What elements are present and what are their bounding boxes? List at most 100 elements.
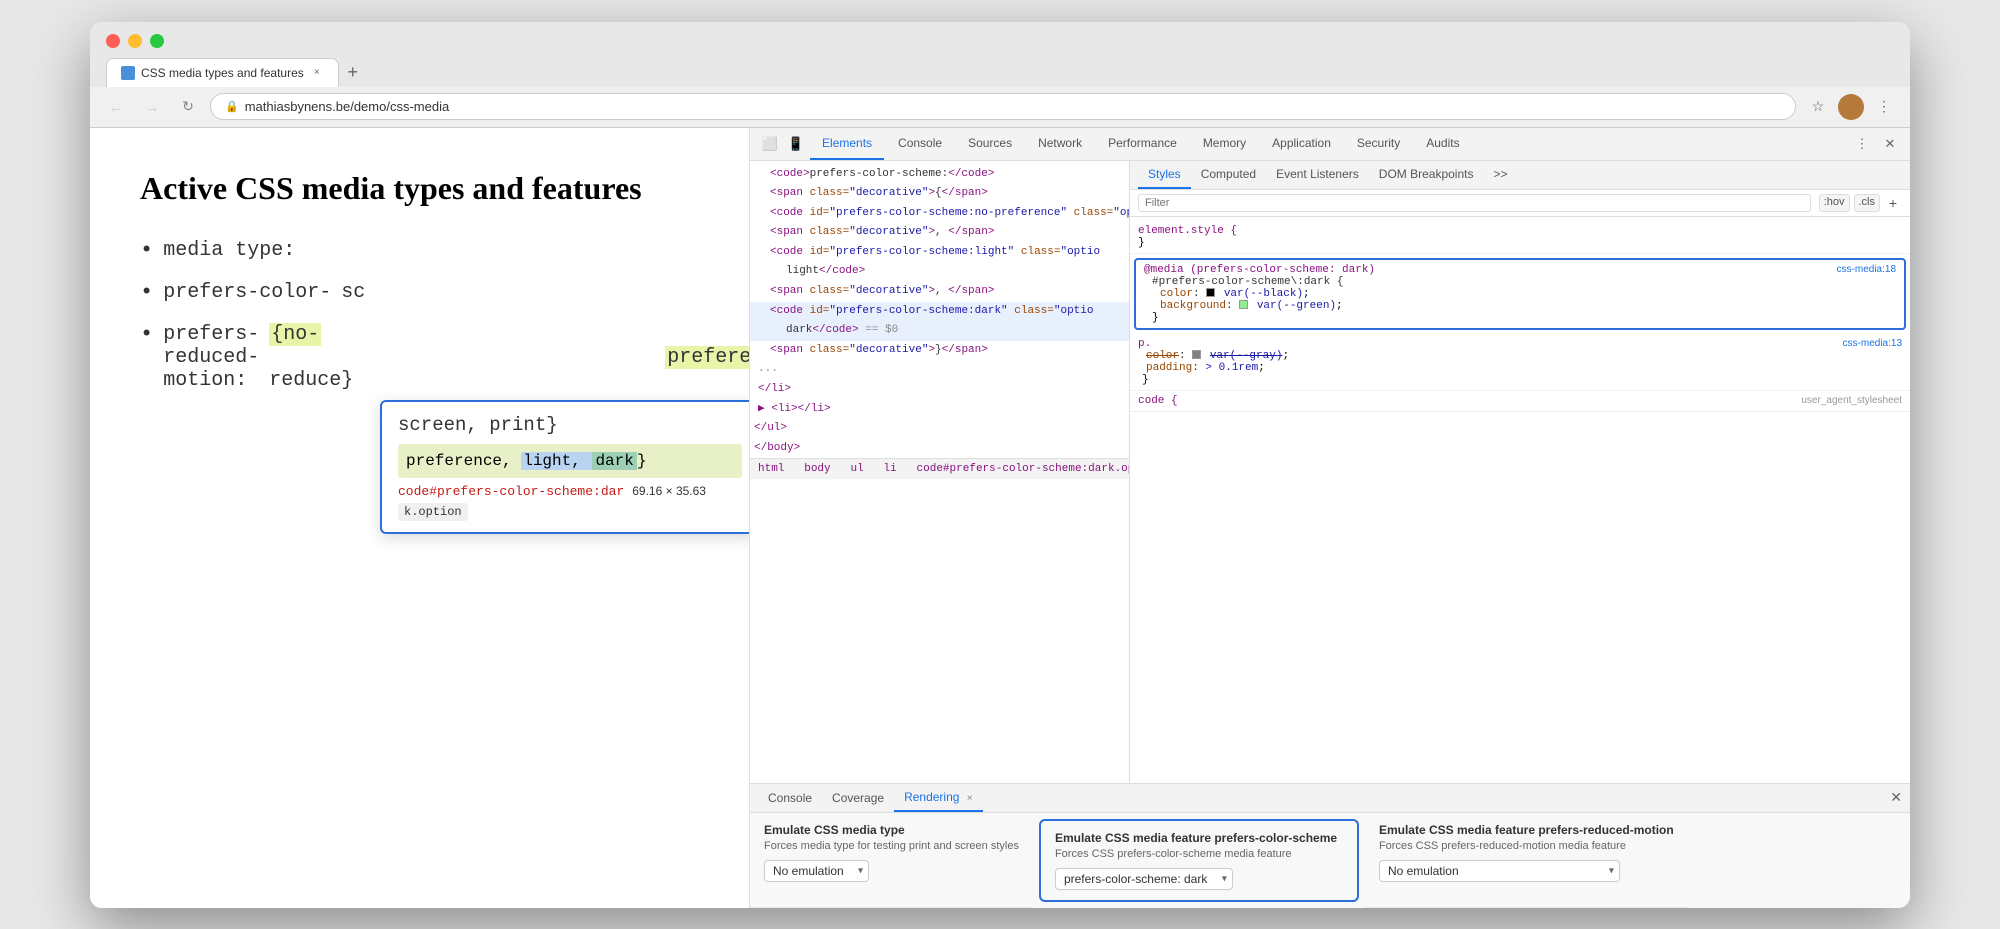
styles-tab-event-listeners[interactable]: Event Listeners bbox=[1266, 161, 1369, 189]
maximize-button[interactable] bbox=[150, 34, 164, 48]
tooltip-info: code#prefers-color-scheme:dar 69.16 × 35… bbox=[398, 484, 742, 499]
bottom-tab-coverage[interactable]: Coverage bbox=[822, 785, 894, 811]
dom-line-11: ... bbox=[750, 360, 1129, 380]
devtools-header: ⬜ 📱 Elements Console Sources Network Per… bbox=[750, 128, 1910, 161]
inspect-icon[interactable]: ⬜ bbox=[758, 132, 782, 156]
p-rule: p. css-media:13 color: var(--gray); padd… bbox=[1130, 334, 1910, 391]
dom-line-3: <code id="prefers-color-scheme:no-prefer… bbox=[750, 204, 1129, 224]
code-selector: code { bbox=[1138, 395, 1178, 407]
close-button[interactable] bbox=[106, 34, 120, 48]
no-preference-highlight: {no- bbox=[269, 323, 321, 346]
dom-line-5: <code id="prefers-color-scheme:light" cl… bbox=[750, 243, 1129, 263]
dom-line-10: <span class="decorative">}</span> bbox=[750, 341, 1129, 361]
bottom-tab-rendering[interactable]: Rendering × bbox=[894, 784, 983, 812]
list-item-scheme: sc bbox=[341, 281, 365, 304]
color-swatch-green bbox=[1239, 300, 1248, 309]
rule-source-2[interactable]: css-media:13 bbox=[1843, 338, 1902, 349]
webpage-panel: Active CSS media types and features medi… bbox=[90, 128, 750, 908]
devtools-tab-memory[interactable]: Memory bbox=[1191, 128, 1258, 160]
element-style-rule: element.style { } bbox=[1130, 221, 1910, 254]
devtools-tab-sources[interactable]: Sources bbox=[956, 128, 1024, 160]
dom-line-8[interactable]: <code id="prefers-color-scheme:dark" cla… bbox=[750, 302, 1129, 322]
bottom-tabs: Console Coverage Rendering × ✕ bbox=[750, 784, 1910, 813]
add-style-button[interactable]: + bbox=[1884, 194, 1902, 212]
device-icon[interactable]: 📱 bbox=[784, 132, 808, 156]
devtools-tab-performance[interactable]: Performance bbox=[1096, 128, 1189, 160]
rendering-section-reduced-motion: Emulate CSS media feature prefers-reduce… bbox=[1365, 813, 1688, 908]
new-tab-button[interactable]: + bbox=[339, 59, 367, 87]
dom-line-15: </body> bbox=[750, 439, 1129, 459]
code-rule: code { user_agent_stylesheet bbox=[1130, 391, 1910, 412]
bottom-tab-console[interactable]: Console bbox=[758, 785, 822, 811]
tab-label: CSS media types and features bbox=[141, 66, 304, 80]
dark-selector: #prefers-color-scheme\:dark { bbox=[1152, 276, 1343, 288]
list-item-media-type: media type: bbox=[140, 239, 699, 263]
media-type-select[interactable]: No emulation print screen bbox=[764, 860, 869, 882]
rendering-section-color-scheme: Emulate CSS media feature prefers-color-… bbox=[1039, 819, 1359, 902]
traffic-lights bbox=[106, 34, 1894, 48]
reduced-motion-select-wrapper: No emulation prefers-reduced-motion: red… bbox=[1379, 860, 1620, 882]
browser-tabs: CSS media types and features × + bbox=[106, 58, 1894, 87]
styles-tab-styles[interactable]: Styles bbox=[1138, 161, 1191, 189]
forward-button[interactable]: → bbox=[138, 93, 166, 121]
devtools-tab-audits[interactable]: Audits bbox=[1414, 128, 1471, 160]
styles-tab-more[interactable]: >> bbox=[1483, 161, 1517, 189]
color-scheme-select[interactable]: prefers-color-scheme: dark No emulation … bbox=[1055, 868, 1233, 890]
rule-source-ua[interactable]: user_agent_stylesheet bbox=[1801, 395, 1902, 406]
dark-highlight: dark bbox=[592, 452, 636, 470]
bookmark-icon[interactable]: ☆ bbox=[1804, 93, 1832, 121]
more-tools-icon[interactable]: ⋮ bbox=[1850, 132, 1874, 156]
cls-button[interactable]: .cls bbox=[1854, 194, 1881, 212]
close-devtools-icon[interactable]: ✕ bbox=[1878, 132, 1902, 156]
bottom-panel-close[interactable]: ✕ bbox=[1890, 789, 1902, 806]
tab-close-button[interactable]: × bbox=[310, 66, 324, 80]
preference-code-1: preference, bbox=[406, 452, 521, 470]
address-bar[interactable]: 🔒 mathiasbynens.be/demo/css-media bbox=[210, 93, 1796, 120]
filter-buttons: :hov .cls + bbox=[1819, 194, 1902, 212]
back-button[interactable]: ← bbox=[102, 93, 130, 121]
color-scheme-desc: Forces CSS prefers-color-scheme media fe… bbox=[1055, 848, 1343, 860]
hov-button[interactable]: :hov bbox=[1819, 194, 1850, 212]
dom-line-9[interactable]: dark</code> == $0 bbox=[750, 321, 1129, 341]
styles-tabs: Styles Computed Event Listeners DOM Brea… bbox=[1130, 161, 1910, 190]
styles-content: element.style { } @media (prefers-color-… bbox=[1130, 217, 1910, 783]
media-type-title: Emulate CSS media type bbox=[764, 823, 1019, 837]
styles-panel: Styles Computed Event Listeners DOM Brea… bbox=[1130, 161, 1910, 783]
rendering-tab-close[interactable]: × bbox=[967, 793, 973, 804]
devtools-right-icons: ⋮ ✕ bbox=[1850, 132, 1902, 156]
devtools-tab-console[interactable]: Console bbox=[886, 128, 954, 160]
menu-icon[interactable]: ⋮ bbox=[1870, 93, 1898, 121]
devtools-tab-application[interactable]: Application bbox=[1260, 128, 1343, 160]
color-swatch-gray bbox=[1192, 350, 1201, 359]
styles-tab-dom-breakpoints[interactable]: DOM Breakpoints bbox=[1369, 161, 1484, 189]
rendering-section-media-type: Emulate CSS media type Forces media type… bbox=[750, 813, 1033, 908]
bottom-panel: Console Coverage Rendering × ✕ Emulate C… bbox=[750, 783, 1910, 908]
reduced-motion-code: {no- preference, reduce} bbox=[269, 323, 750, 392]
media-type-desc: Forces media type for testing print and … bbox=[764, 840, 1019, 852]
styles-filter: :hov .cls + bbox=[1130, 190, 1910, 217]
browser-tab-active[interactable]: CSS media types and features × bbox=[106, 58, 339, 87]
minimize-button[interactable] bbox=[128, 34, 142, 48]
rule-source-1[interactable]: css-media:18 bbox=[1837, 264, 1896, 275]
closing-brace: } bbox=[637, 452, 647, 470]
tooltip-code: screen, print} bbox=[398, 414, 742, 436]
tab-favicon bbox=[121, 66, 135, 80]
devtools-tab-security[interactable]: Security bbox=[1345, 128, 1412, 160]
styles-tab-computed[interactable]: Computed bbox=[1191, 161, 1266, 189]
devtools-body: <code>prefers-color-scheme:</code> <span… bbox=[750, 161, 1910, 783]
dom-line-2: <span class="decorative">{</span> bbox=[750, 184, 1129, 204]
reduced-motion-title: Emulate CSS media feature prefers-reduce… bbox=[1379, 823, 1674, 837]
user-avatar[interactable] bbox=[1838, 94, 1864, 120]
devtools-tab-network[interactable]: Network bbox=[1026, 128, 1094, 160]
browser-toolbar: ← → ↻ 🔒 mathiasbynens.be/demo/css-media … bbox=[90, 87, 1910, 128]
reload-button[interactable]: ↻ bbox=[174, 93, 202, 121]
styles-filter-input[interactable] bbox=[1138, 194, 1811, 212]
reduced-motion-select[interactable]: No emulation prefers-reduced-motion: red… bbox=[1379, 860, 1620, 882]
devtools-tab-elements[interactable]: Elements bbox=[810, 128, 884, 160]
dom-line-6: light</code> bbox=[750, 262, 1129, 282]
title-bar: CSS media types and features × + bbox=[90, 22, 1910, 87]
page-title: Active CSS media types and features bbox=[140, 168, 699, 210]
media-type-select-wrapper: No emulation print screen bbox=[764, 860, 869, 882]
browser-window: CSS media types and features × + ← → ↻ 🔒… bbox=[90, 22, 1910, 908]
list-item-reduced-motion: prefers-reduced-motion: {no- preference,… bbox=[140, 323, 699, 392]
